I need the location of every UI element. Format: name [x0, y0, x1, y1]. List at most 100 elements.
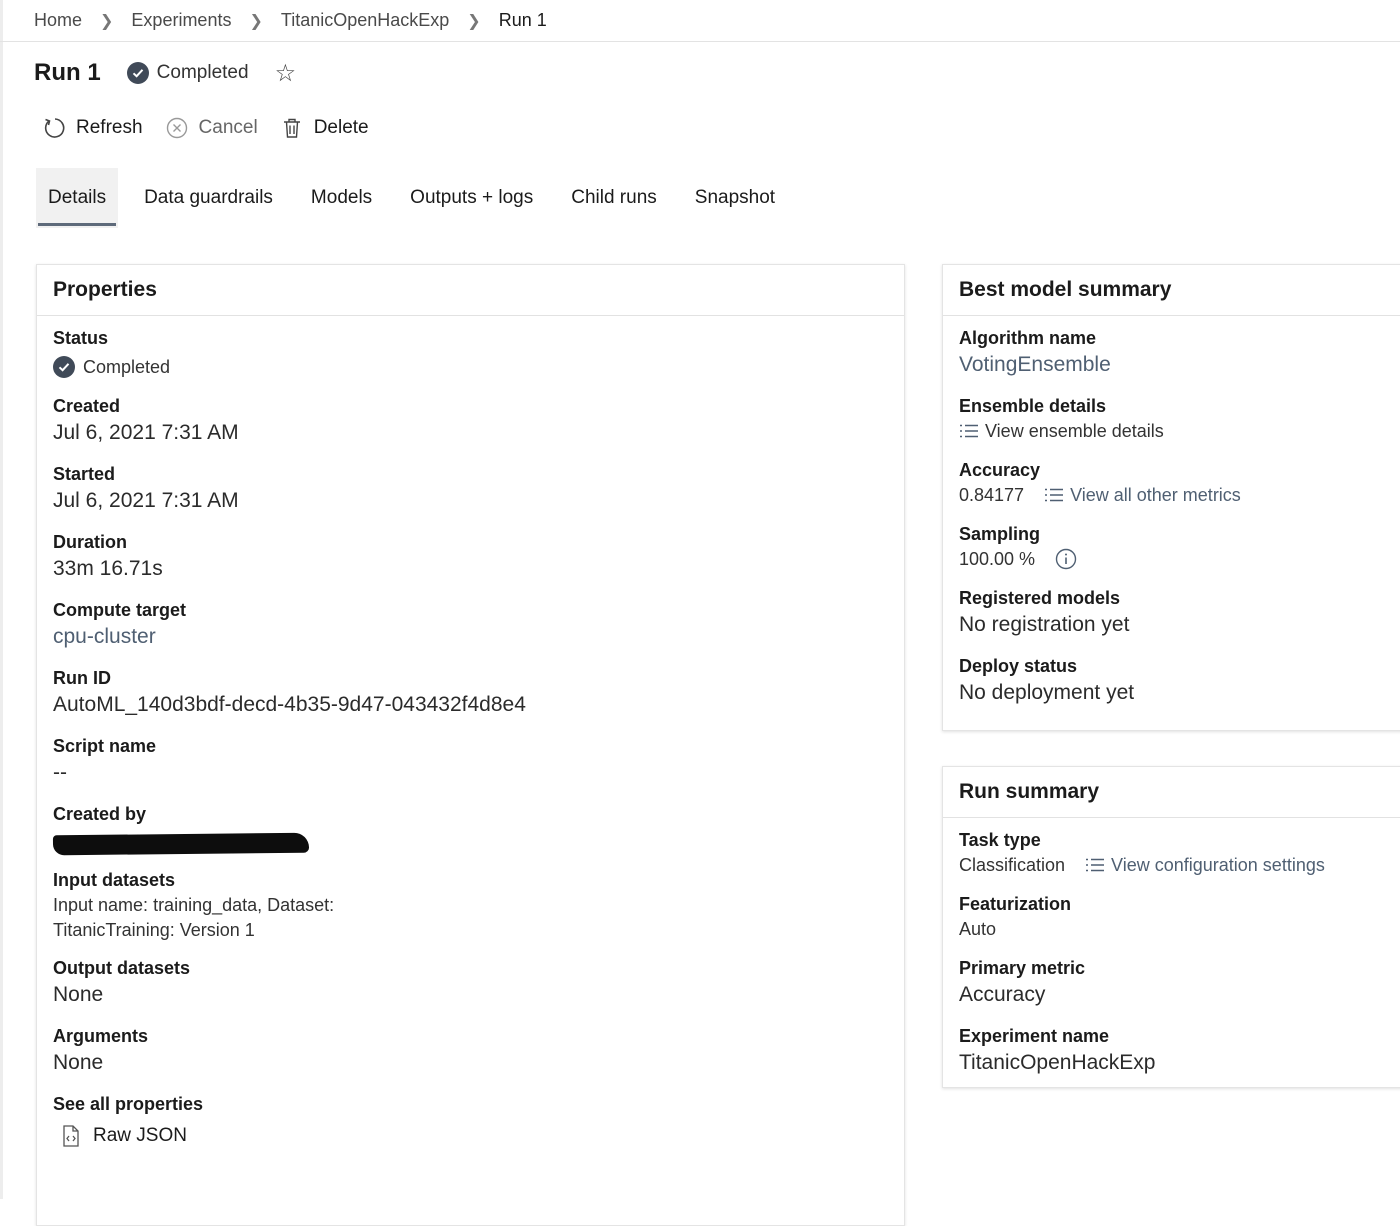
algorithm-link[interactable]: VotingEnsemble — [959, 350, 1397, 380]
registered-value: No registration yet — [959, 613, 1130, 636]
title-row: Run 1 Completed ☆ — [34, 56, 296, 90]
sampling-label: Sampling — [959, 524, 1041, 544]
prop-accuracy: Accuracy 0.84177 View all other metrics — [959, 458, 1397, 508]
refresh-button[interactable]: Refresh — [42, 116, 143, 140]
script-label: Script name — [53, 736, 157, 756]
cancel-icon — [165, 116, 189, 140]
task-row: Classification View configuration settin… — [959, 852, 1397, 878]
view-config-link[interactable]: View configuration settings — [1085, 852, 1325, 878]
check-circle-icon — [126, 62, 149, 84]
best-model-card: Best model summary Algorithm name Voting… — [942, 264, 1400, 731]
algo-label: Algorithm name — [959, 328, 1097, 348]
prop-primary-metric: Primary metric Accuracy — [959, 956, 1397, 1010]
breadcrumb-experiment[interactable]: TitanicOpenHackExp — [281, 10, 449, 31]
info-icon[interactable] — [1055, 548, 1077, 570]
created-value: Jul 6, 2021 7:31 AM — [53, 421, 239, 444]
started-label: Started — [53, 464, 116, 484]
prop-created: Created Jul 6, 2021 7:31 AM — [53, 394, 888, 448]
metric-value: Accuracy — [959, 983, 1046, 1006]
properties-body: Status Completed Created Jul 6, 2021 7:3… — [37, 316, 904, 1148]
view-metrics-link[interactable]: View all other metrics — [1044, 482, 1241, 508]
tab-data-guardrails[interactable]: Data guardrails — [125, 168, 292, 228]
feat-value: Auto — [959, 919, 997, 939]
status-text: Completed — [156, 62, 249, 83]
createdby-label: Created by — [53, 804, 147, 824]
created-label: Created — [53, 396, 121, 416]
prop-run-id: Run ID AutoML_140d3bdf-decd-4b35-9d47-04… — [53, 666, 888, 720]
prop-experiment-name: Experiment name TitanicOpenHackExp — [959, 1024, 1397, 1078]
deploy-label: Deploy status — [959, 656, 1078, 676]
list-icon — [1085, 858, 1105, 872]
duration-value: 33m 16.71s — [53, 557, 163, 580]
prop-duration: Duration 33m 16.71s — [53, 530, 888, 584]
breadcrumb-experiments[interactable]: Experiments — [131, 10, 231, 31]
prop-featurization: Featurization Auto — [959, 892, 1397, 942]
run-summary-card: Run summary Task type Classification Vie… — [942, 766, 1400, 1088]
delete-label: Delete — [313, 117, 369, 138]
tab-outputs-logs[interactable]: Outputs + logs — [391, 168, 552, 228]
runid-value: AutoML_140d3bdf-decd-4b35-9d47-043432f4d… — [53, 693, 526, 716]
view-ensemble-label: View ensemble details — [985, 421, 1164, 441]
tab-child-runs[interactable]: Child runs — [552, 168, 676, 228]
input-label: Input datasets — [53, 870, 176, 890]
output-label: Output datasets — [53, 958, 191, 978]
prop-deploy-status: Deploy status No deployment yet — [959, 654, 1397, 708]
tab-snapshot[interactable]: Snapshot — [676, 168, 794, 228]
favorite-star-icon[interactable]: ☆ — [275, 59, 297, 88]
prop-sampling: Sampling 100.00 % — [959, 522, 1397, 572]
feat-label: Featurization — [959, 894, 1072, 914]
output-value: None — [53, 983, 104, 1006]
accuracy-value: 0.84177 — [959, 485, 1025, 505]
redacted-user — [52, 832, 310, 856]
tab-bar: Details Data guardrails Models Outputs +… — [36, 168, 794, 228]
delete-button[interactable]: Delete — [280, 116, 369, 140]
exp-label: Experiment name — [959, 1026, 1110, 1046]
registered-label: Registered models — [959, 588, 1121, 608]
task-label: Task type — [959, 830, 1041, 850]
compute-target-link[interactable]: cpu-cluster — [53, 622, 888, 652]
best-model-title: Best model summary — [943, 265, 1400, 316]
best-model-body: Algorithm name VotingEnsemble Ensemble d… — [943, 316, 1400, 708]
view-ensemble-link[interactable]: View ensemble details — [959, 418, 1397, 444]
cancel-label: Cancel — [198, 117, 258, 138]
list-icon — [959, 424, 979, 438]
properties-title: Properties — [37, 265, 904, 316]
refresh-label: Refresh — [76, 117, 143, 138]
code-file-icon — [61, 1124, 81, 1148]
status-badge: Completed — [126, 62, 249, 84]
prop-arguments: Arguments None — [53, 1024, 888, 1078]
raw-json-button[interactable]: Raw JSON — [61, 1124, 888, 1148]
status-value: Completed — [83, 357, 171, 377]
trash-icon — [280, 116, 304, 140]
duration-label: Duration — [53, 532, 127, 552]
tab-details[interactable]: Details — [36, 168, 119, 228]
breadcrumb-home[interactable]: Home — [34, 10, 82, 31]
tab-models[interactable]: Models — [292, 168, 391, 228]
deploy-value: No deployment yet — [959, 681, 1135, 704]
runid-label: Run ID — [53, 668, 111, 688]
input-value: Input name: training_data, Dataset: — [53, 895, 335, 915]
args-value: None — [53, 1051, 104, 1074]
run-summary-body: Task type Classification View configurat… — [943, 818, 1400, 1078]
compute-label: Compute target — [53, 600, 187, 620]
prop-see-all: See all properties Raw JSON — [53, 1092, 888, 1148]
left-edge — [0, 0, 3, 1199]
prop-started: Started Jul 6, 2021 7:31 AM — [53, 462, 888, 516]
input-dataset-link[interactable]: TitanicTraining: Version 1 — [53, 918, 888, 942]
chevron-right-icon: ❯ — [249, 12, 263, 30]
raw-json-label: Raw JSON — [93, 1125, 187, 1146]
sampling-row: 100.00 % — [959, 546, 1397, 572]
chevron-right-icon: ❯ — [100, 12, 114, 30]
cancel-button[interactable]: Cancel — [165, 116, 258, 140]
seeall-label: See all properties — [53, 1094, 204, 1114]
script-value: -- — [53, 761, 67, 784]
properties-card: Properties Status Completed Created Jul … — [36, 264, 905, 1226]
chevron-right-icon: ❯ — [467, 12, 481, 30]
status-label: Status — [53, 328, 109, 348]
accuracy-row: 0.84177 View all other metrics — [959, 482, 1397, 508]
run-summary-title: Run summary — [943, 767, 1400, 818]
prop-input-datasets: Input datasets Input name: training_data… — [53, 868, 888, 942]
args-label: Arguments — [53, 1026, 149, 1046]
exp-value: TitanicOpenHackExp — [959, 1051, 1156, 1074]
prop-registered-models: Registered models No registration yet — [959, 586, 1397, 640]
